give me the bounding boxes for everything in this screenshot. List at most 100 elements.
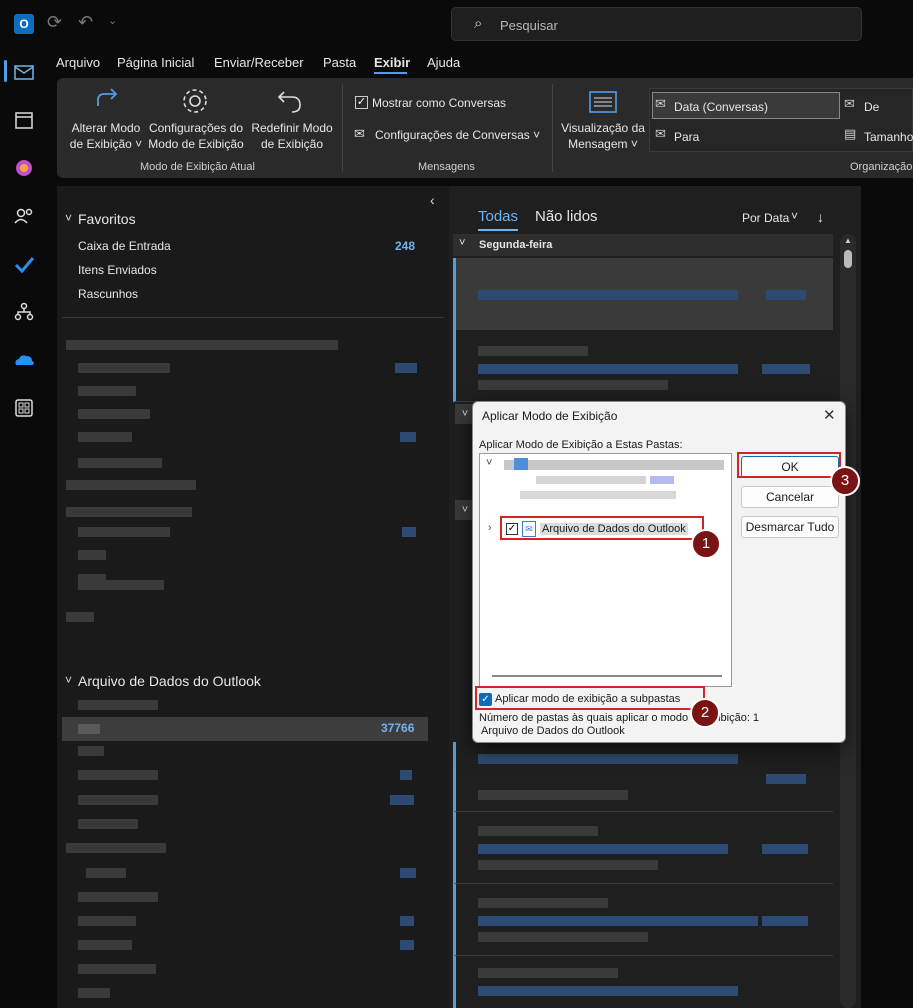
todo-icon[interactable] [12,252,36,276]
customize-qat-icon[interactable]: ⌄ [108,14,117,27]
calendar-icon[interactable] [12,108,36,132]
mail-active-indicator [4,60,7,82]
close-icon[interactable]: ✕ [823,406,836,424]
blurred-preview [478,306,678,316]
sort-direction-icon[interactable]: ↓ [817,209,824,225]
blurred-folder [78,795,158,805]
group-current-view-label: Modo de Exibição Atual [140,161,255,173]
reset-view-line2: de Exibição [260,137,324,151]
mail-icon[interactable] [12,60,36,84]
blurred-count [390,795,414,805]
blurred-folder [78,724,100,734]
reset-view-icon [276,86,306,119]
selected-folder-row[interactable] [62,717,428,741]
blurred-tree-item [520,491,676,499]
dialog-title: Aplicar Modo de Exibição [482,409,618,423]
people-icon[interactable] [12,204,36,228]
blurred-folder [86,868,126,878]
tab-all[interactable]: Todas [478,208,518,225]
blurred-folder [66,843,166,853]
group-label: Segunda-feira [479,239,553,251]
blurred-subject [478,290,738,300]
onedrive-icon[interactable] [12,348,36,372]
arrange-to-label[interactable]: Para [674,129,699,145]
message-item[interactable] [453,956,833,1008]
change-view-button[interactable]: Alterar Modo de Exibição ˅ [64,120,148,152]
group-messages-label: Mensagens [418,161,475,173]
blurred-folder [78,988,110,998]
blurred-folder [78,432,132,442]
reset-view-button[interactable]: Redefinir Modo de Exibição [246,120,338,152]
favorites-chevron-icon[interactable]: ˅ [65,211,72,225]
conversation-settings-button[interactable]: Configurações de Conversas ˅ [375,127,540,143]
blurred-subject [478,754,738,764]
arrange-from-label[interactable]: De [864,99,879,115]
uncheck-all-button[interactable]: Desmarcar Tudo [741,516,839,538]
blurred-sender [478,826,598,836]
blurred-count [395,363,417,373]
step-badge-2: 2 [690,698,720,728]
menu-exibir[interactable]: Exibir [374,55,410,70]
apps-icon[interactable] [12,396,36,420]
blurred-preview [478,932,648,942]
divider [62,317,444,318]
folder-sent[interactable]: Itens Enviados [78,263,157,277]
blurred-folder [78,746,104,756]
cancel-button[interactable]: Cancelar [741,486,839,508]
selected-folder-count: 37766 [381,721,415,735]
blurred-tree-root [504,460,724,470]
scroll-thumb[interactable] [844,250,852,268]
blurred-count [402,527,416,537]
collapse-pane-icon[interactable]: ‹ [430,192,435,208]
blurred-sender [478,898,608,908]
menu-arquivo[interactable]: Arquivo [56,55,100,70]
expand-chevron-icon[interactable]: ˅ [486,457,492,469]
blurred-tree-root [514,458,528,470]
blurred-subject [478,364,738,374]
size-icon: ▤ [844,126,857,141]
tree-hscrollbar[interactable] [492,675,722,677]
highlight-datafile [500,516,704,540]
search-box[interactable]: ⌕ Pesquisar [451,7,862,41]
date-group-header[interactable]: ˅ Segunda-feira [453,234,833,256]
menu-pagina-inicial[interactable]: Página Inicial [117,55,194,70]
blurred-count [400,770,412,780]
folder-drafts[interactable]: Rascunhos [78,287,138,301]
arrange-size-label[interactable]: Tamanho [864,129,913,145]
reading-pane-line2: Mensagem ˅ [568,137,638,151]
conversation-settings-icon: ✉ [354,126,365,141]
expand-chevron-icon[interactable]: › [488,522,492,534]
menu-ajuda[interactable]: Ajuda [427,55,460,70]
change-view-line2: de Exibição ˅ [69,137,143,151]
blurred-folder [66,480,196,490]
view-settings-button[interactable]: Configurações do Modo de Exibição [144,120,248,152]
group-arrangement-label: Organização [850,161,913,173]
ribbon-separator [552,84,553,172]
view-settings-line1: Configurações do [148,121,244,135]
sync-icon[interactable]: ⟳ [47,12,62,33]
blurred-folder [78,363,170,373]
menu-enviar-receber[interactable]: Enviar/Receber [214,55,304,70]
undo-icon[interactable]: ↶ [78,12,93,33]
blurred-preview [478,380,668,390]
org-explorer-icon[interactable] [12,300,36,324]
show-conversations-checkbox[interactable]: ✓ [355,96,368,109]
blurred-folder [78,386,136,396]
scroll-up-icon[interactable]: ▲ [844,236,852,245]
favorites-header[interactable]: Favoritos [78,211,136,227]
chevron-down-icon[interactable]: ˅ [791,209,798,223]
blurred-folder [78,819,138,829]
reading-pane-button[interactable]: Visualização da Mensagem ˅ [558,120,648,152]
blurred-folder [78,550,106,560]
copilot-icon[interactable] [12,156,36,180]
blurred-folder [78,580,164,590]
folder-tree[interactable]: ˅ › ✓ ✉ Arquivo de Dados do Outlook [479,453,732,687]
menu-pasta[interactable]: Pasta [323,55,356,70]
show-conversations-label[interactable]: Mostrar como Conversas [372,95,506,111]
datafile-header[interactable]: Arquivo de Dados do Outlook [78,673,261,689]
tab-unread[interactable]: Não lidos [535,208,598,225]
datafile-chevron-icon[interactable]: ˅ [65,673,72,687]
arrange-date-label[interactable]: Data (Conversas) [674,99,768,115]
folder-inbox[interactable]: Caixa de Entrada [78,239,171,253]
sort-by-date[interactable]: Por Data [742,211,789,225]
